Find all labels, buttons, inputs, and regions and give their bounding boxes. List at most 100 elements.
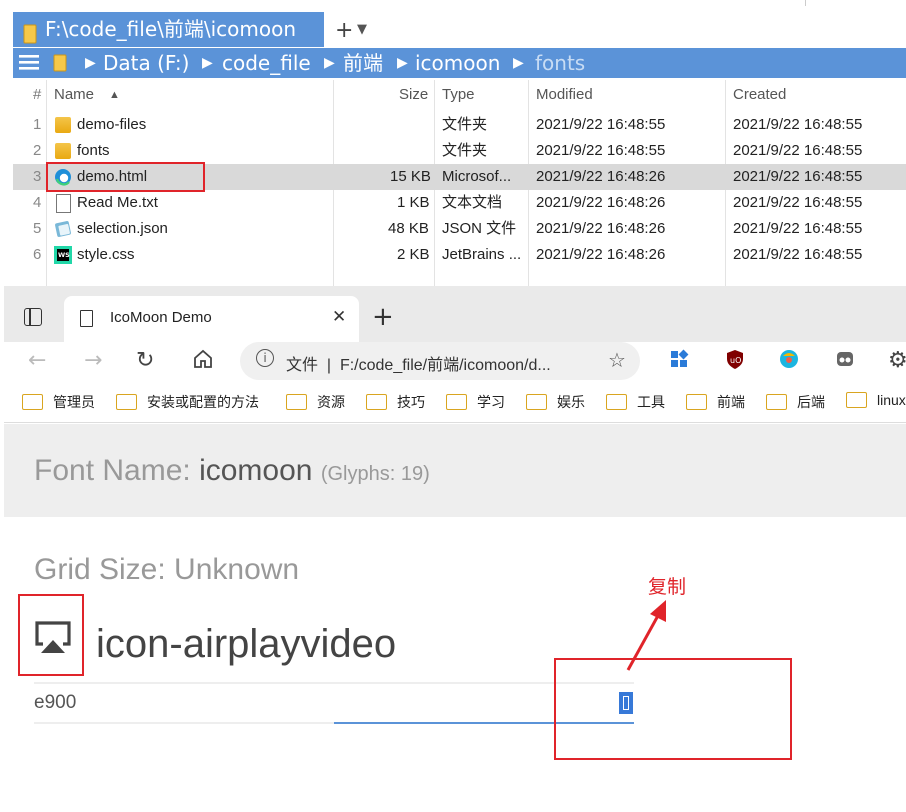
info-icon[interactable]: i [256,349,274,367]
column-header-created[interactable]: Created [733,80,786,110]
file-modified: 2021/9/22 16:48:26 [536,168,666,185]
file-size: 2 KB [397,246,430,263]
folder-icon [686,394,707,410]
close-tab-icon[interactable]: ✕ [332,307,346,327]
bookmark-folder[interactable]: 资源 [286,392,345,412]
column-header-num[interactable]: # [33,80,41,110]
file-modified: 2021/9/22 16:48:55 [536,142,666,159]
breadcrumb-item-drive[interactable]: Data (F:) [103,48,189,78]
bookmark-folder[interactable]: 娱乐 [526,392,585,412]
bookmark-folder[interactable]: 技巧 [366,392,425,412]
file-type: 文件夹 [442,142,488,159]
annotation-arrow-icon [626,600,666,671]
row-number: 3 [33,168,42,185]
browser-toolbar: ← → ↻ i 文件 | F:/code_file/前端/icomoon/d..… [4,342,906,384]
extensions-icon[interactable] [668,348,690,376]
file-modified: 2021/9/22 16:48:55 [536,116,666,133]
folder-icon [606,394,627,410]
text-file-icon [56,194,71,213]
extension-icon[interactable] [778,348,800,376]
chevron-right-icon: ▶ [324,55,335,71]
bookmark-folder[interactable]: 管理员 [22,392,95,412]
page-icon [80,310,93,327]
file-created: 2021/9/22 16:48:55 [733,220,863,237]
tab-actions-icon[interactable] [24,308,42,326]
row-number: 1 [33,116,42,133]
file-size: 48 KB [388,220,429,237]
file-size: 15 KB [390,168,431,185]
bookmark-folder[interactable]: 工具 [606,392,665,412]
bookmark-folder[interactable]: 学习 [446,392,505,412]
file-row[interactable]: 5 selection.json 48 KB JSON 文件 2021/9/22… [13,216,906,242]
folder-icon [446,394,467,410]
folder-icon [22,394,43,410]
column-header-type[interactable]: Type [442,80,475,110]
file-row[interactable]: 4 Read Me.txt 1 KB 文本文档 2021/9/22 16:48:… [13,190,906,216]
grid-size-heading: Grid Size: Unknown [34,553,300,586]
new-tab-button[interactable]: + [372,302,394,332]
refresh-icon[interactable]: ↻ [136,348,154,373]
address-text: 文件 | F:/code_file/前端/icomoon/d... [286,357,551,374]
file-row[interactable]: 6 WS style.css 2 KB JetBrains ... 2021/9… [13,242,906,268]
divider [805,0,806,6]
breadcrumb-item-fonts[interactable]: fonts [535,48,585,78]
home-icon[interactable] [192,348,214,376]
breadcrumb-item-icomoon[interactable]: icomoon [415,48,500,78]
row-number: 2 [33,142,42,159]
file-type: JSON 文件 [442,220,517,237]
bookmark-folder[interactable]: linux [846,392,906,408]
file-modified: 2021/9/22 16:48:26 [536,246,666,263]
folder-icon [366,394,387,410]
unicode-code-value: e900 [34,692,77,713]
folder-icon [846,392,867,408]
file-type: JetBrains ... [442,246,522,263]
file-modified: 2021/9/22 16:48:26 [536,194,666,211]
breadcrumb-item-frontend[interactable]: 前端 [343,48,383,78]
bookmarks-bar: 管理员 安装或配置的方法 资源 技巧 学习 娱乐 工具 前端 后端 linux [4,384,906,423]
explorer-tab[interactable]: F:\code_file\前端\icomoon [13,12,324,47]
annotation-label: 复制 [648,576,687,598]
svg-text:uO: uO [730,356,741,365]
add-favorite-icon[interactable]: ☆ [608,348,626,372]
extension-icon[interactable] [834,348,856,376]
address-bar[interactable]: i 文件 | F:/code_file/前端/icomoon/d... ☆ [240,342,640,380]
file-row[interactable]: 2 fonts 文件夹 2021/9/22 16:48:55 2021/9/22… [13,138,906,164]
row-number: 5 [33,220,42,237]
folder-icon [55,117,71,133]
forward-icon[interactable]: → [84,348,102,373]
bookmark-folder[interactable]: 安装或配置的方法 [116,392,259,412]
ublock-icon[interactable]: uO [724,348,746,376]
font-name-heading: Font Name: icomoon (Glyphs: 19) [34,454,430,487]
breadcrumb-item-code-file[interactable]: code_file [222,48,311,78]
menu-icon[interactable] [19,47,39,77]
folder-icon [55,143,71,159]
file-created: 2021/9/22 16:48:55 [733,246,863,263]
annotation-highlight-box [46,162,205,192]
airplay-video-icon [34,620,72,660]
column-header-row: # Name ▲ Size Type Modified Created [13,80,906,110]
tab-dropdown-icon[interactable]: ▼ [357,22,367,37]
svg-text:WS: WS [58,251,70,259]
chevron-right-icon: ▶ [85,55,96,71]
glyph-preview [18,594,84,676]
new-tab-button[interactable]: + [335,18,353,43]
back-icon[interactable]: ← [28,348,46,373]
bookmark-folder[interactable]: 前端 [686,392,745,412]
explorer-tab-title: F:\code_file\前端\icomoon [45,17,297,41]
file-row[interactable]: 1 demo-files 文件夹 2021/9/22 16:48:55 2021… [13,112,906,138]
file-explorer: F:\code_file\前端\icomoon + ▼ ▶ Data (F:) … [0,0,906,286]
column-header-size[interactable]: Size [399,80,428,110]
folder-icon [116,394,137,410]
file-name: demo-files [77,116,147,133]
file-created: 2021/9/22 16:48:55 [733,194,863,211]
unicode-code-field[interactable]: e900 [34,682,334,724]
folder-icon [53,48,67,78]
column-header-name[interactable]: Name [54,80,94,110]
bookmark-folder[interactable]: 后端 [766,392,825,412]
column-header-modified[interactable]: Modified [536,80,593,110]
browser-tab[interactable]: IcoMoon Demo ✕ [64,296,359,344]
file-modified: 2021/9/22 16:48:26 [536,220,666,237]
file-created: 2021/9/22 16:48:55 [733,116,863,133]
row-number: 4 [33,194,42,211]
settings-icon[interactable]: ⚙ [888,348,906,373]
